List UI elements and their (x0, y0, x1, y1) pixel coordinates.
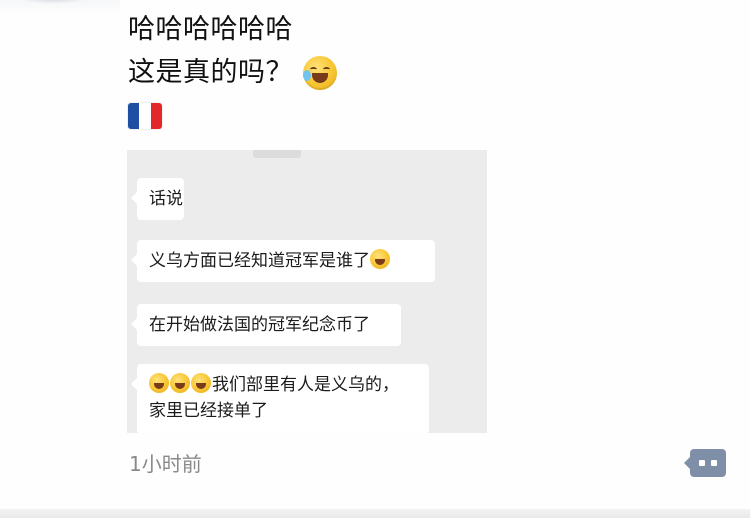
france-flag-icon (128, 102, 162, 129)
comment-icon (699, 460, 705, 466)
post-text: 哈哈哈哈哈哈 这是真的吗？ (128, 8, 548, 137)
laughing-crying-face-icon (303, 55, 337, 90)
chat-bubble: 我们部里有人是义乌的， 家里已经接单了 (131, 364, 429, 433)
laughing-face-icon (370, 249, 390, 269)
post-text-line-2: 这是真的吗？ (128, 57, 293, 88)
post-line-1: 哈哈哈哈哈哈 (128, 8, 548, 51)
post-timestamp: 1小时前 (129, 452, 202, 476)
chat-bubble: 在开始做法国的冠军纪念币了 (131, 304, 401, 346)
comment-icon-dot (711, 460, 717, 466)
chat-bubble: 话说 (131, 178, 184, 220)
laughing-face-icon (191, 373, 211, 393)
chat-bubble-text: 话说 (149, 189, 183, 209)
laughing-face-icon (170, 373, 190, 393)
post-line-2: 这是真的吗？ (128, 51, 548, 94)
moments-post: 哈哈哈哈哈哈 这是真的吗？ 话说 义乌方面已经知道冠军是谁了 在开始做法国的冠军… (0, 0, 750, 518)
comment-button[interactable] (684, 449, 726, 477)
post-text-line-1: 哈哈哈哈哈哈 (128, 14, 293, 45)
chat-bubble-text: 在开始做法国的冠军纪念币了 (149, 315, 370, 335)
chat-bubble: 义乌方面已经知道冠军是谁了 (131, 240, 435, 282)
post-line-3 (128, 94, 548, 137)
chat-screenshot-image[interactable]: 话说 义乌方面已经知道冠军是谁了 在开始做法国的冠军纪念币了 我们部里有人是义乌… (127, 150, 487, 433)
post-divider (0, 509, 750, 518)
laughing-face-icon (149, 373, 169, 393)
avatar[interactable] (0, 0, 120, 15)
chat-bubble-text: 义乌方面已经知道冠军是谁了 (149, 251, 370, 271)
chat-bubble-text-line-1: 我们部里有人是义乌的， (212, 375, 399, 395)
chat-top-tab (253, 150, 301, 158)
chat-bubble-text-line-2: 家里已经接单了 (149, 401, 268, 421)
